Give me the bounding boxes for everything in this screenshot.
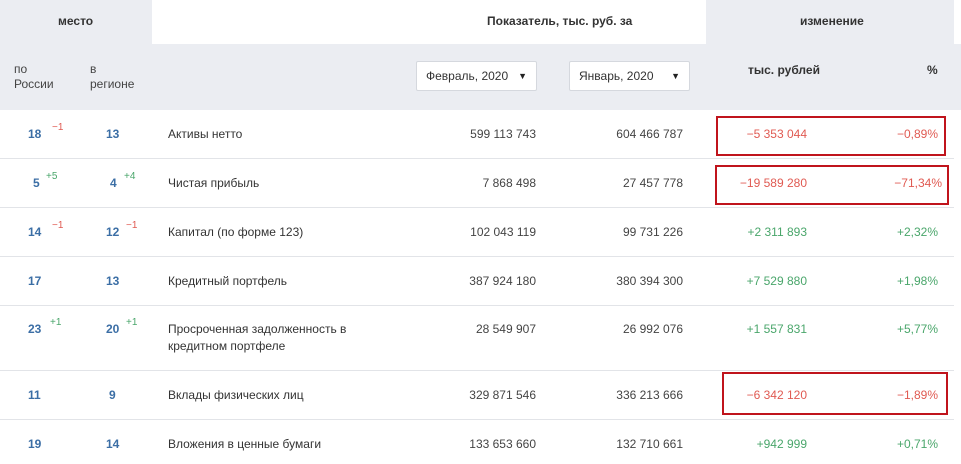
indicator-name: Просроченная задолженность в кредитном п…: [168, 321, 346, 355]
rank-region[interactable]: 12: [106, 225, 119, 239]
russia-header-line1: по: [14, 62, 28, 76]
change-pct-header: %: [927, 63, 938, 77]
value-period-a: 7 868 498: [482, 176, 536, 190]
region-header-line1: в: [90, 62, 97, 76]
rank-russia[interactable]: 19: [28, 437, 41, 451]
rank-russia[interactable]: 17: [28, 274, 41, 288]
indicator-name-line1: Активы нетто: [168, 127, 243, 141]
indicator-name-line1: Вклады физических лиц: [168, 388, 304, 402]
indicator-name-line1: Вложения в ценные бумаги: [168, 437, 322, 451]
rank-russia[interactable]: 23: [28, 322, 41, 336]
rank-region[interactable]: 13: [106, 127, 119, 141]
table-subheader: по России в регионе Февраль, 2020 ▼ Янва…: [0, 44, 961, 110]
indicator-name: Активы нетто: [168, 126, 242, 143]
change-absolute: +2 311 893: [747, 225, 807, 239]
table-row: 19 14 Вложения в ценные бумаги 133 653 6…: [0, 420, 954, 464]
value-period-a: 102 043 119: [470, 225, 536, 239]
table-row: 23 +1 20 +1 Просроченная задолженность в…: [0, 306, 954, 371]
indicator-header: Показатель, тыс. руб. за: [487, 14, 633, 28]
change-header: изменение: [800, 14, 864, 28]
rank-region[interactable]: 14: [106, 437, 119, 451]
indicator-name: Чистая прибыль: [168, 175, 259, 192]
period-b-select[interactable]: Январь, 2020 ▼: [569, 61, 690, 91]
period-a-select[interactable]: Февраль, 2020 ▼: [416, 61, 537, 91]
indicator-name: Капитал (по форме 123): [168, 224, 303, 241]
rank-region-delta: −1: [126, 220, 138, 231]
value-period-b: 26 992 076: [622, 322, 683, 336]
value-period-b: 380 394 300: [616, 274, 683, 288]
rank-russia[interactable]: 14: [28, 225, 41, 239]
indicator-name: Вклады физических лиц: [168, 387, 304, 404]
table-row: 14 −1 12 −1 Капитал (по форме 123) 102 0…: [0, 208, 954, 257]
value-period-b: 336 213 666: [616, 388, 683, 402]
highlight-box: [715, 165, 949, 205]
rank-region[interactable]: 20: [106, 322, 119, 336]
indicator-name-line1: Просроченная задолженность в: [168, 322, 347, 336]
russia-header-line2: России: [14, 77, 54, 91]
value-period-a: 387 924 180: [469, 274, 536, 288]
value-period-a: 133 653 660: [469, 437, 536, 451]
rank-region[interactable]: 13: [106, 274, 119, 288]
indicator-name-line1: Капитал (по форме 123): [168, 225, 304, 239]
highlight-box: [716, 116, 946, 156]
change-header-cell: изменение: [706, 0, 954, 44]
indicator-name-line1: Кредитный портфель: [168, 274, 288, 288]
indicator-name: Вложения в ценные бумаги: [168, 436, 321, 453]
rank-region-delta: +4: [124, 171, 136, 182]
change-absolute: +942 999: [756, 437, 807, 451]
rank-russia[interactable]: 18: [28, 127, 41, 141]
rank-region[interactable]: 4: [110, 176, 117, 190]
rank-region-delta: +1: [126, 317, 138, 328]
period-a-value: Февраль, 2020: [426, 69, 509, 83]
rank-russia-delta: −1: [52, 220, 64, 231]
value-period-a: 599 113 743: [470, 127, 536, 141]
highlight-box: [722, 372, 948, 415]
value-period-b: 604 466 787: [616, 127, 683, 141]
chevron-down-icon: ▼: [518, 71, 527, 81]
indicator-name-line1: Чистая прибыль: [168, 176, 260, 190]
value-period-b: 99 731 226: [622, 225, 683, 239]
indicator-name-line2: кредитном портфеле: [168, 339, 286, 353]
change-percent: +0,71%: [896, 437, 938, 451]
period-b-value: Январь, 2020: [579, 69, 654, 83]
value-period-b: 132 710 661: [616, 437, 683, 451]
region-header-line2: регионе: [90, 77, 135, 91]
change-absolute: +7 529 880: [746, 274, 807, 288]
change-percent: +1,98%: [896, 274, 938, 288]
value-period-b: 27 457 778: [622, 176, 683, 190]
change-absolute: +1 557 831: [746, 322, 807, 336]
place-header-cell: место: [0, 0, 152, 44]
chevron-down-icon: ▼: [671, 71, 680, 81]
rank-russia-delta: +1: [50, 317, 62, 328]
change-abs-header: тыс. рублей: [748, 63, 820, 77]
region-rank-header: в регионе: [90, 62, 134, 92]
table-row: 17 13 Кредитный портфель 387 924 180 380…: [0, 257, 954, 306]
value-period-a: 329 871 546: [469, 388, 536, 402]
table-header: место Показатель, тыс. руб. за изменение: [0, 0, 961, 44]
change-percent: +5,77%: [896, 322, 938, 336]
rank-russia[interactable]: 5: [33, 176, 40, 190]
russia-rank-header: по России: [14, 62, 54, 92]
rank-russia-delta: −1: [52, 122, 64, 133]
place-header: место: [58, 14, 94, 28]
change-percent: +2,32%: [896, 225, 938, 239]
value-period-a: 28 549 907: [475, 322, 536, 336]
rank-russia[interactable]: 11: [28, 388, 41, 402]
rank-region[interactable]: 9: [109, 388, 116, 402]
rank-russia-delta: +5: [46, 171, 58, 182]
indicator-name: Кредитный портфель: [168, 273, 287, 290]
